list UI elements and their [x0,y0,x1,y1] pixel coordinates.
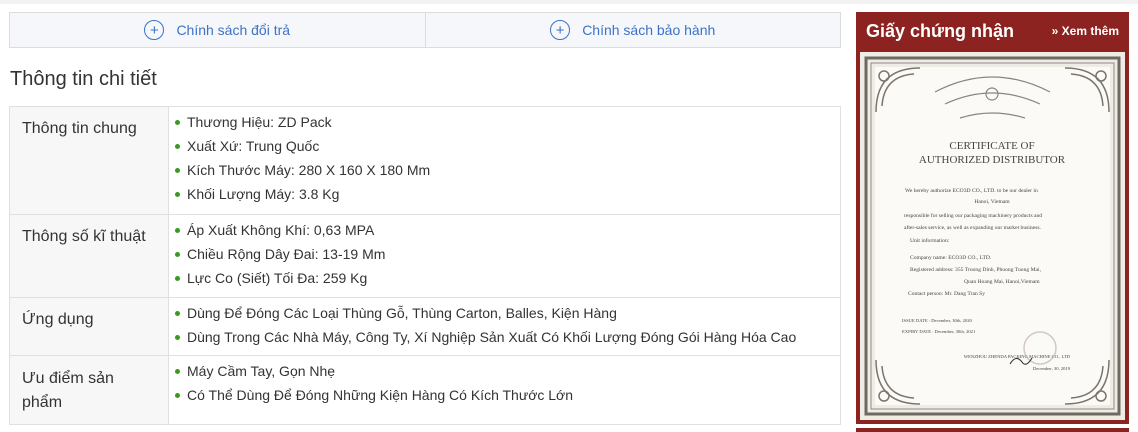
list-item: Có Thể Dùng Để Đóng Những Kiện Hàng Có K… [175,383,834,407]
row-values-general: Thương Hiệu: ZD Pack Xuất Xứ: Trung Quốc… [168,106,841,215]
certificate-panel: Giấy chứng nhận » Xem thêm CERTIFICATE O… [856,12,1129,424]
bullet-icon [175,227,180,233]
policy-tabs: + Chính sách đổi trả + Chính sách bảo hà… [9,12,841,48]
table-row: Thông số kĩ thuật Áp Xuất Không Khí: 0,6… [9,214,841,298]
bullet-icon [175,392,180,398]
row-label-specs: Thông số kĩ thuật [9,214,169,298]
list-item: Xuất Xứ: Trung Quốc [175,134,834,158]
list-item: Áp Xuất Không Khí: 0,63 MPA [175,218,834,242]
list-item: Khối Lượng Máy: 3.8 Kg [175,182,834,206]
list-item: Kích Thước Máy: 280 X 160 X 180 Mm [175,158,834,182]
svg-text:We hereby authorize ECO3D CO.,: We hereby authorize ECO3D CO., LTD. to b… [905,188,1038,194]
warranty-policy-label: Chính sách bảo hành [582,22,716,38]
table-row: Ứng dụng Dùng Để Đóng Các Loại Thùng Gỗ,… [9,297,841,356]
bullet-icon [175,191,180,197]
plus-circle-icon: + [550,20,571,40]
row-values-specs: Áp Xuất Không Khí: 0,63 MPA Chiều Rộng D… [168,214,841,298]
bullet-icon [175,119,180,125]
certificate-image[interactable]: CERTIFICATE OF AUTHORIZED DISTRIBUTOR We… [860,52,1125,420]
svg-text:CERTIFICATE OF: CERTIFICATE OF [949,140,1034,152]
svg-text:Registered address: 355 Truong: Registered address: 355 Truong Dinh, Phu… [910,267,1042,273]
svg-text:Quan Hoang Mai, Hanoi,Vietnam: Quan Hoang Mai, Hanoi,Vietnam [964,279,1040,285]
bullet-icon [175,334,180,340]
svg-text:Company name: ECO3D CO., LTD.: Company name: ECO3D CO., LTD. [910,255,992,261]
certificate-header: Giấy chứng nhận » Xem thêm [856,12,1129,50]
warranty-policy-tab[interactable]: + Chính sách bảo hành [424,13,841,47]
table-row: Thông tin chung Thương Hiệu: ZD Pack Xuấ… [9,106,841,215]
return-policy-label: Chính sách đổi trả [176,22,291,38]
bullet-icon [175,310,180,316]
svg-text:Contact person: Mr. Dang Tra: Contact person: Mr. Dang Tran Sy [908,291,985,297]
svg-text:after-sales service, as well a: after-sales service, as well as expandin… [904,224,1041,231]
svg-text:AUTHORIZED DISTRIBUTOR: AUTHORIZED DISTRIBUTOR [919,154,1066,166]
spec-table: Thông tin chung Thương Hiệu: ZD Pack Xuấ… [9,106,841,425]
list-item: Dùng Trong Các Nhà Máy, Công Ty, Xí Nghi… [175,325,834,349]
bullet-icon [175,167,180,173]
list-item: Dùng Để Đóng Các Loại Thùng Gỗ, Thùng Ca… [175,301,834,325]
return-policy-tab[interactable]: + Chính sách đổi trả [10,13,425,47]
see-more-link[interactable]: » Xem thêm [1052,24,1119,38]
bullet-icon [175,275,180,281]
svg-text:responsible for selling our pa: responsible for selling our packaging ma… [904,212,1042,219]
certificate-title: Giấy chứng nhận [866,20,1015,41]
row-label-applications: Ứng dụng [9,297,169,356]
details-title: Thông tin chi tiết [10,68,157,90]
list-item: Chiều Rộng Dây Đai: 13-19 Mm [175,242,834,266]
bullet-icon [175,368,180,374]
row-values-advantages: Máy Cầm Tay, Gọn Nhẹ Có Thể Dùng Để Đóng… [168,355,841,425]
row-label-advantages: Ưu điểm sản phẩm [9,355,169,425]
svg-text:Hanoi, Vietnam: Hanoi, Vietnam [974,199,1010,205]
list-item: Máy Cầm Tay, Gọn Nhẹ [175,359,834,383]
panel-bottom-bar [856,428,1129,432]
list-item: Thương Hiệu: ZD Pack [175,110,834,134]
bullet-icon [175,251,180,257]
top-divider [0,0,1138,4]
table-row: Ưu điểm sản phẩm Máy Cầm Tay, Gọn Nhẹ Có… [9,355,841,425]
row-label-general: Thông tin chung [9,106,169,215]
list-item: Lực Co (Siết) Tối Đa: 259 Kg [175,266,834,290]
svg-text:Unit information:: Unit information: [910,237,950,244]
bullet-icon [175,143,180,149]
row-values-applications: Dùng Để Đóng Các Loại Thùng Gỗ, Thùng Ca… [168,297,841,356]
certificate-document: CERTIFICATE OF AUTHORIZED DISTRIBUTOR We… [860,52,1125,420]
plus-circle-icon: + [144,20,165,40]
